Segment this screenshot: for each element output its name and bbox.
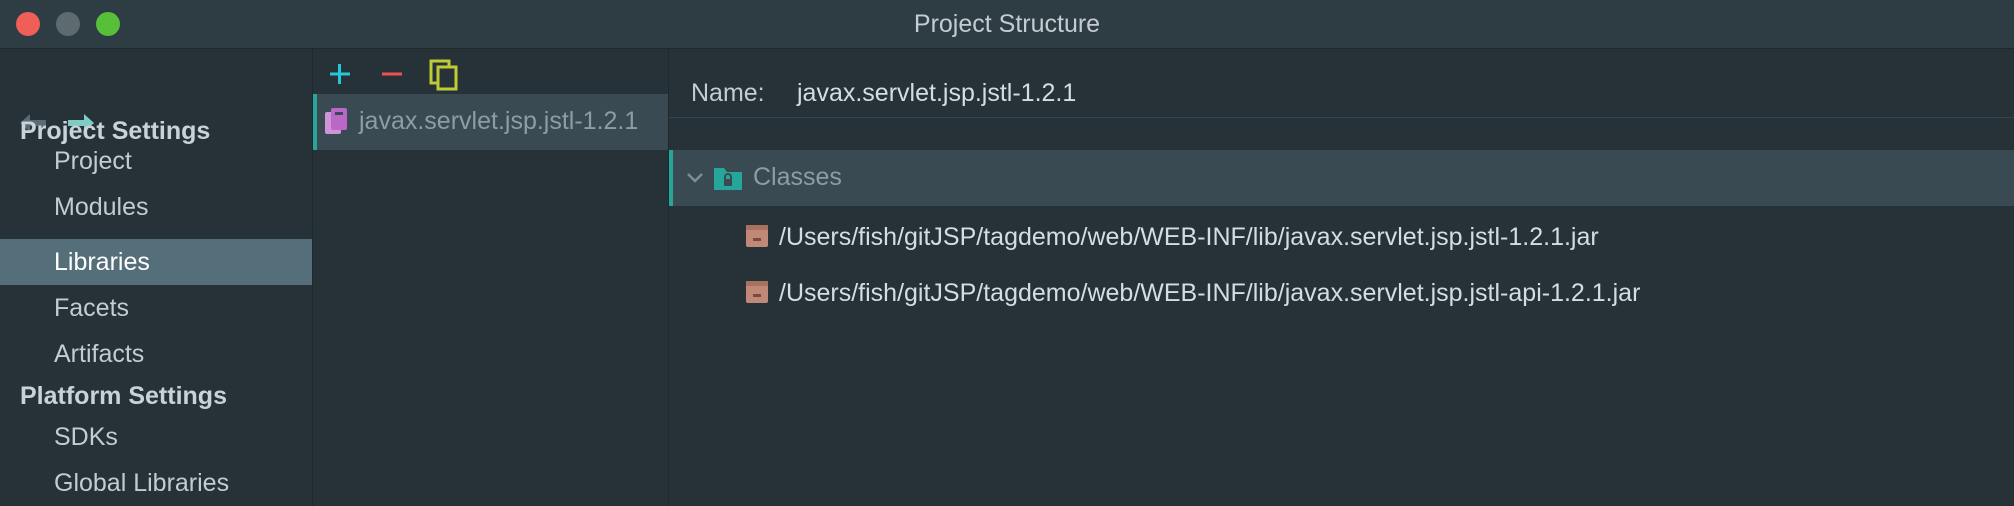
- title-bar: Project Structure: [0, 0, 2014, 49]
- sidebar-item-libraries[interactable]: Libraries: [0, 239, 312, 285]
- sidebar-item-facets[interactable]: Facets: [0, 285, 312, 331]
- chevron-down-icon[interactable]: [685, 168, 705, 188]
- platform-settings-header: Platform Settings: [20, 382, 227, 410]
- folder-icon: [714, 168, 742, 190]
- sidebar-item-label: Global Libraries: [54, 469, 230, 497]
- copy-icon[interactable]: [427, 57, 461, 91]
- sidebar-item-artifacts[interactable]: Artifacts: [0, 331, 312, 377]
- classes-label: Classes: [753, 163, 842, 191]
- plus-icon[interactable]: [323, 57, 357, 91]
- jar-path: /Users/fish/gitJSP/tagdemo/web/WEB-INF/l…: [779, 279, 1641, 307]
- sidebar-item-modules[interactable]: Modules: [0, 184, 312, 230]
- sidebar-item-label: Facets: [54, 294, 130, 322]
- sidebar-item-label: Modules: [54, 193, 149, 221]
- sidebar-item-label: SDKs: [54, 423, 118, 451]
- sidebar-item-label: Libraries: [54, 248, 150, 276]
- minus-icon[interactable]: [375, 57, 409, 91]
- jar-icon: [746, 225, 768, 247]
- library-icon: [325, 108, 347, 134]
- library-detail-panel: Name: javax.servlet.jsp.jstl-1.2.1 Class…: [669, 49, 2014, 506]
- jar-item[interactable]: /Users/fish/gitJSP/tagdemo/web/WEB-INF/l…: [745, 271, 1995, 315]
- sidebar-item-label: Artifacts: [54, 340, 145, 368]
- library-list-panel: javax.servlet.jsp.jstl-1.2.1: [313, 49, 669, 506]
- jar-icon: [746, 281, 768, 303]
- classes-tree-node[interactable]: Classes: [669, 150, 2014, 206]
- library-list-item-label: javax.servlet.jsp.jstl-1.2.1: [359, 107, 639, 135]
- sidebar-item-project[interactable]: Project: [0, 138, 312, 184]
- sidebar-item-sdks[interactable]: SDKs: [0, 414, 312, 460]
- jar-item[interactable]: /Users/fish/gitJSP/tagdemo/web/WEB-INF/l…: [745, 215, 1995, 259]
- window-title: Project Structure: [913, 10, 1101, 38]
- name-divider: [669, 117, 2014, 118]
- sidebar: Project Settings Project Modules Librari…: [0, 49, 313, 506]
- sidebar-item-label: Project: [54, 147, 132, 175]
- sidebar-item-global-libraries[interactable]: Global Libraries: [0, 460, 312, 506]
- library-list-item[interactable]: javax.servlet.jsp.jstl-1.2.1: [313, 94, 668, 150]
- jar-path: /Users/fish/gitJSP/tagdemo/web/WEB-INF/l…: [779, 223, 1599, 251]
- name-label: Name:: [691, 79, 765, 107]
- name-field[interactable]: javax.servlet.jsp.jstl-1.2.1: [797, 79, 1076, 108]
